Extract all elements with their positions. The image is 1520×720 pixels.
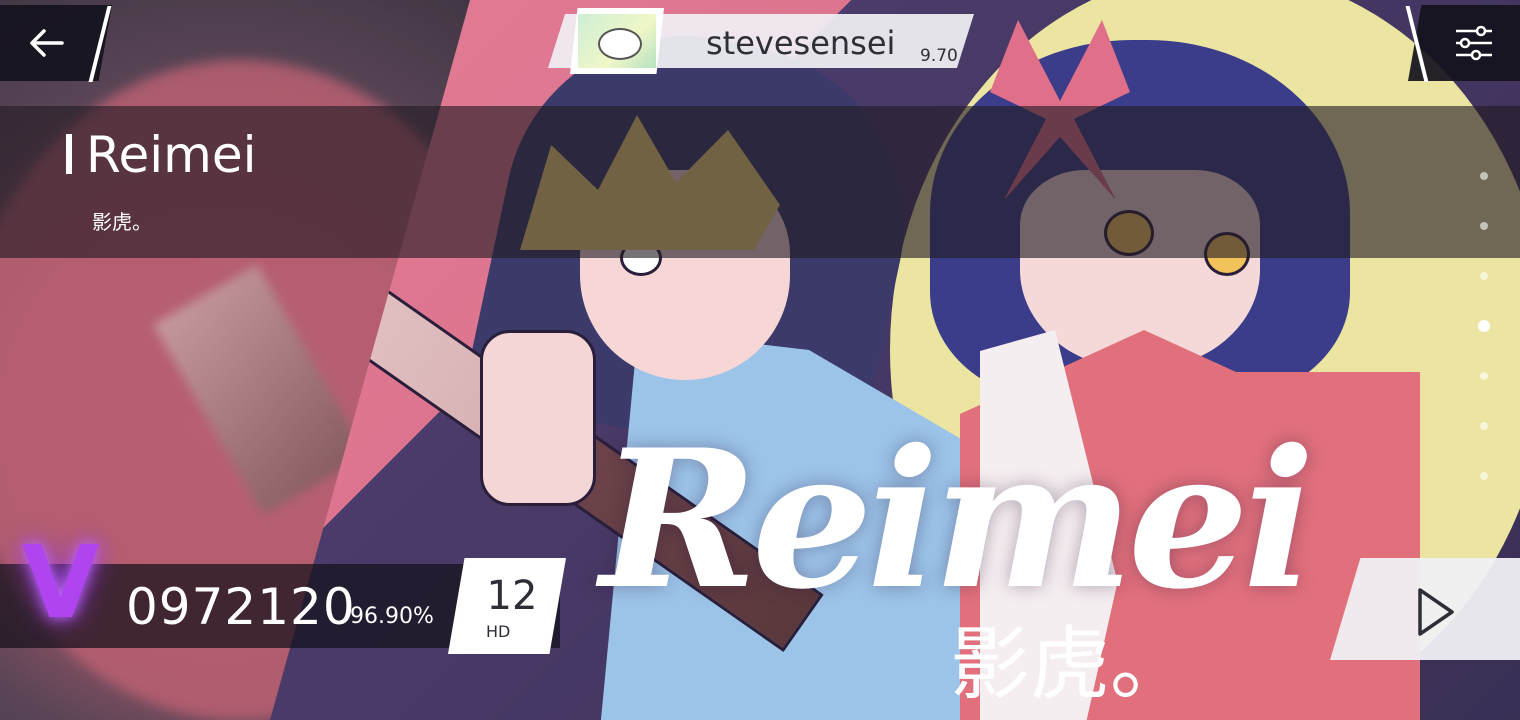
artwork-hand [480,330,596,506]
rank-grade: V [22,524,100,641]
pager-dot[interactable] [1480,222,1488,230]
pager-dot[interactable] [1480,272,1488,280]
username: stevesensei [706,24,896,62]
avatar[interactable] [570,8,664,74]
artwork-logo-title: Reimei [600,408,1315,631]
chart-level: 12 [486,573,538,619]
song-artist: 影虎。 [92,210,152,234]
song-title: Reimei [86,126,257,184]
avatar-character [598,28,642,60]
best-score: 0972120 [126,578,356,636]
back-button[interactable] [22,22,72,64]
pager-dot[interactable] [1480,172,1488,180]
difficulty-pager [1478,170,1490,490]
chart-difficulty: HD [486,622,511,641]
pager-dot[interactable] [1480,372,1488,380]
artwork-logo-artist: 影虎。 [950,618,1190,711]
sliders-icon [1456,25,1492,61]
pager-dot[interactable] [1480,472,1488,480]
accuracy: 96.90% [350,604,434,629]
avatar-image [578,14,656,68]
settings-button[interactable] [1452,24,1496,62]
play-triangle-icon[interactable] [1414,586,1458,638]
title-accent-bar [66,134,72,174]
pager-dot-active[interactable] [1478,320,1490,332]
arrow-left-icon [30,29,64,57]
player-rating: 9.70 [920,46,958,66]
pager-dot[interactable] [1480,422,1488,430]
